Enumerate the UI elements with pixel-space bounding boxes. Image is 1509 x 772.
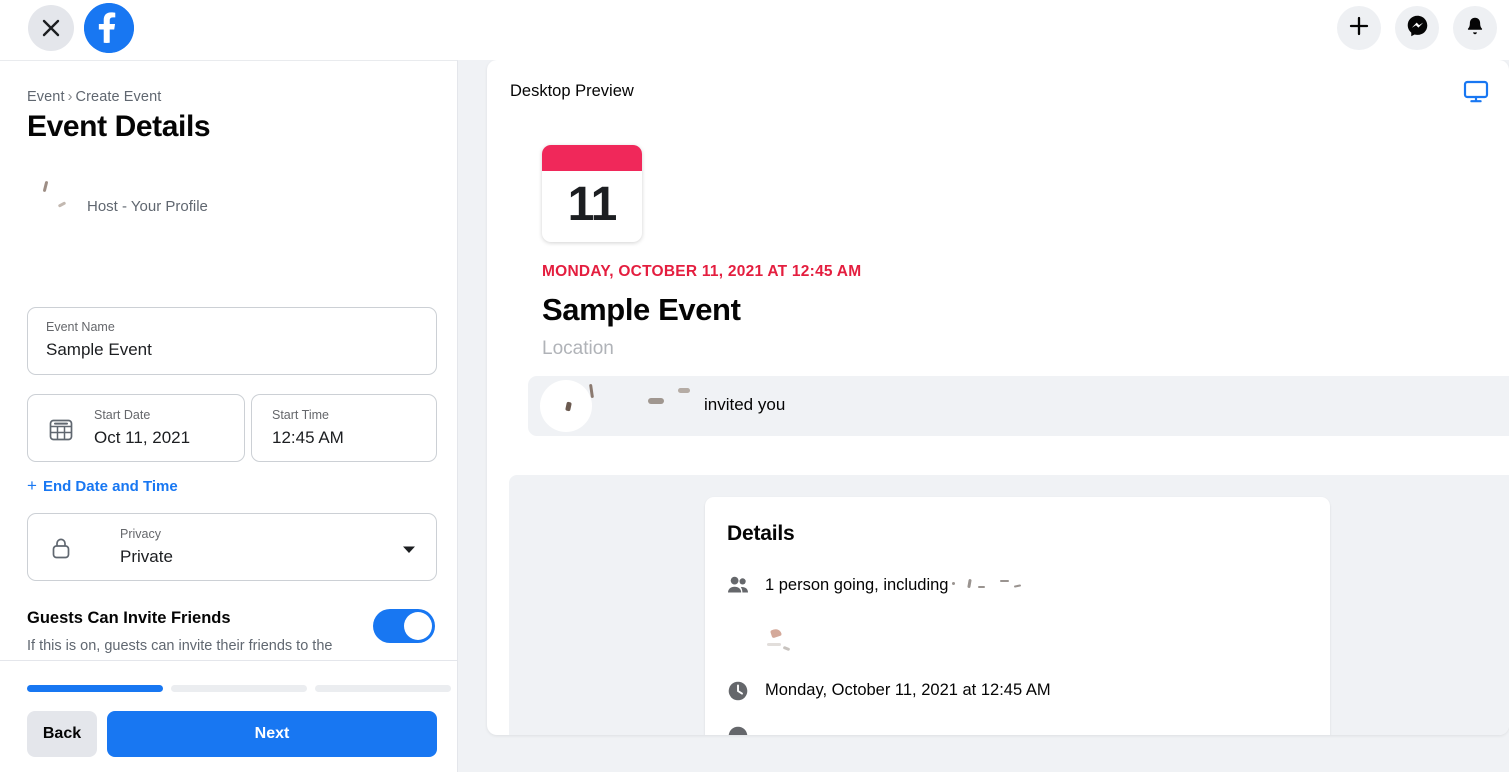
breadcrumb-parent[interactable]: Event [27,89,65,105]
clock-icon [727,680,749,707]
preview-pane: Desktop Preview 11 MONDAY, OCTOBER 11, 2… [458,60,1509,772]
top-bar-actions [1337,6,1497,50]
toggle-knob [404,612,432,640]
people-icon [727,575,749,600]
guests-can-invite-toggle[interactable] [373,609,435,643]
progress-indicator [27,685,451,692]
event-name-field[interactable]: Event Name Sample Event [27,307,437,375]
avatar [27,173,158,221]
privacy-select[interactable]: Privacy Private [27,513,437,581]
progress-step-2 [171,685,307,692]
details-title: Details [727,522,795,545]
start-date-label: Start Date [94,408,151,422]
messenger-button[interactable] [1395,6,1439,50]
preview-header-label: Desktop Preview [510,82,634,100]
host-subtitle: Host - Your Profile [87,198,208,215]
next-button[interactable]: Next [107,711,437,757]
details-going-text: 1 person going, including [765,575,1026,595]
back-button[interactable]: Back [27,711,97,757]
add-end-date-link[interactable]: + End Date and Time [27,476,178,496]
calendar-day-number: 11 [567,178,618,231]
page-title: Event Details [27,110,211,143]
close-button[interactable] [28,5,74,51]
invited-you-banner: invited you [528,376,1509,436]
details-time-text: Monday, October 11, 2021 at 12:45 AM [765,681,1051,699]
chevron-down-icon[interactable] [402,542,416,560]
calendar-icon-header [542,145,642,171]
privacy-value: Private [120,547,173,566]
top-bar-left-group [28,3,134,53]
start-time-value[interactable]: 12:45 AM [272,428,344,448]
progress-step-1 [27,685,163,692]
sidebar-footer: Back Next [0,660,457,772]
going-name-redacted [948,578,1026,593]
details-partial-text [765,725,770,735]
invited-you-text: invited you [704,395,786,414]
attendee-avatar-redacted [765,627,807,661]
host-name-redacted [87,175,207,191]
start-date-field[interactable]: Start Date Oct 11, 2021 [27,394,245,462]
create-button[interactable] [1337,6,1381,50]
inviter-name-redacted [528,376,718,432]
event-details-sidebar: Event › Create Event Event Details Host - … [0,60,458,772]
progress-step-3 [315,685,451,692]
plus-icon [1348,15,1370,42]
footer-buttons: Back Next [27,711,437,757]
preview-event-location: Location [542,338,614,359]
event-name-input[interactable]: Sample Event [46,340,152,360]
lock-icon [48,535,74,566]
notifications-button[interactable] [1453,6,1497,50]
bell-icon [1464,15,1486,42]
close-icon [39,16,63,40]
breadcrumb-current: Create Event [75,89,162,105]
desktop-preview-card: Desktop Preview 11 MONDAY, OCTOBER 11, 2… [487,60,1509,735]
details-row-going: 1 person going, including [727,575,1026,600]
event-name-label: Event Name [46,320,115,334]
breadcrumb-separator: › [67,89,73,105]
add-end-date-label: End Date and Time [42,477,178,495]
breadcrumb: Event › Create Event [27,89,161,105]
start-time-field[interactable]: Start Time 12:45 AM [251,394,437,462]
top-bar [0,0,1509,60]
privacy-label: Privacy [120,527,161,541]
messenger-icon [1406,14,1429,42]
pin-icon [727,725,749,735]
start-date-value[interactable]: Oct 11, 2021 [94,428,190,448]
facebook-logo-icon[interactable] [84,3,134,53]
preview-event-date: MONDAY, OCTOBER 11, 2021 AT 12:45 AM [542,263,862,280]
start-time-label: Start Time [272,408,329,422]
calendar-date-icon: 11 [542,145,642,242]
preview-event-title: Sample Event [542,292,741,327]
app-root: Event › Create Event Event Details Host - … [0,0,1509,772]
calendar-icon [48,417,74,448]
details-card: Details 1 person going, including Monday… [705,497,1330,735]
details-region: Details 1 person going, including Monday… [509,475,1509,735]
plus-icon: + [27,476,37,495]
desktop-monitor-icon[interactable] [1463,80,1489,109]
host-row: Host - Your Profile [27,173,427,221]
details-row-partial [727,725,770,735]
details-row-time: Monday, October 11, 2021 at 12:45 AM [727,680,1051,707]
